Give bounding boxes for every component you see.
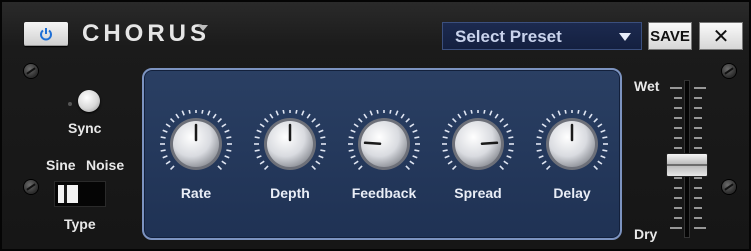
knob-panel: Rate Depth Feedback Spread Delay <box>142 68 622 240</box>
knob-rate[interactable]: Rate <box>156 110 236 201</box>
dropdown-arrow-icon <box>619 33 631 41</box>
knob-delay[interactable]: Delay <box>532 110 612 201</box>
power-icon <box>40 28 52 41</box>
preset-dropdown[interactable]: Select Preset <box>442 22 642 50</box>
knob-label: Feedback <box>351 185 417 201</box>
knob-delay-graphic <box>536 110 608 171</box>
close-button[interactable]: ✕ <box>699 22 743 50</box>
knob-label: Depth <box>270 185 310 201</box>
preset-label: Select Preset <box>455 27 562 46</box>
sync-button[interactable] <box>78 90 100 112</box>
knob-feedback[interactable]: Feedback <box>344 110 424 201</box>
knob-depth-graphic <box>254 110 326 171</box>
chorus-device: CHORUS Select Preset SAVE ✕ Sync Sine No… <box>0 0 751 251</box>
sync-led <box>68 102 72 106</box>
screw-icon <box>24 180 38 194</box>
knob-label: Rate <box>180 185 212 201</box>
type-switch-thumb[interactable] <box>58 185 78 203</box>
wet-dry-fader-thumb[interactable] <box>666 153 708 177</box>
power-button[interactable] <box>24 22 68 46</box>
knob-label: Delay <box>553 185 591 201</box>
caret-down-icon[interactable] <box>198 25 208 31</box>
knob-spread-graphic <box>442 110 514 171</box>
type-switch[interactable] <box>54 181 106 207</box>
knob-label: Spread <box>454 185 502 201</box>
screw-icon <box>722 180 736 194</box>
screw-icon <box>722 64 736 78</box>
save-button[interactable]: SAVE <box>648 22 692 50</box>
type-option-noise: Noise <box>86 157 125 173</box>
dry-label: Dry <box>634 226 658 242</box>
knob-depth[interactable]: Depth <box>250 110 330 201</box>
screw-icon <box>24 64 38 78</box>
knob-spread[interactable]: Spread <box>438 110 518 201</box>
device-title: CHORUS <box>82 20 211 47</box>
knob-rate-graphic <box>160 110 232 171</box>
wet-label: Wet <box>634 78 660 94</box>
type-option-sine: Sine <box>46 157 76 173</box>
type-label: Type <box>64 216 96 232</box>
knob-feedback-graphic <box>348 110 420 171</box>
sync-label: Sync <box>68 120 102 136</box>
